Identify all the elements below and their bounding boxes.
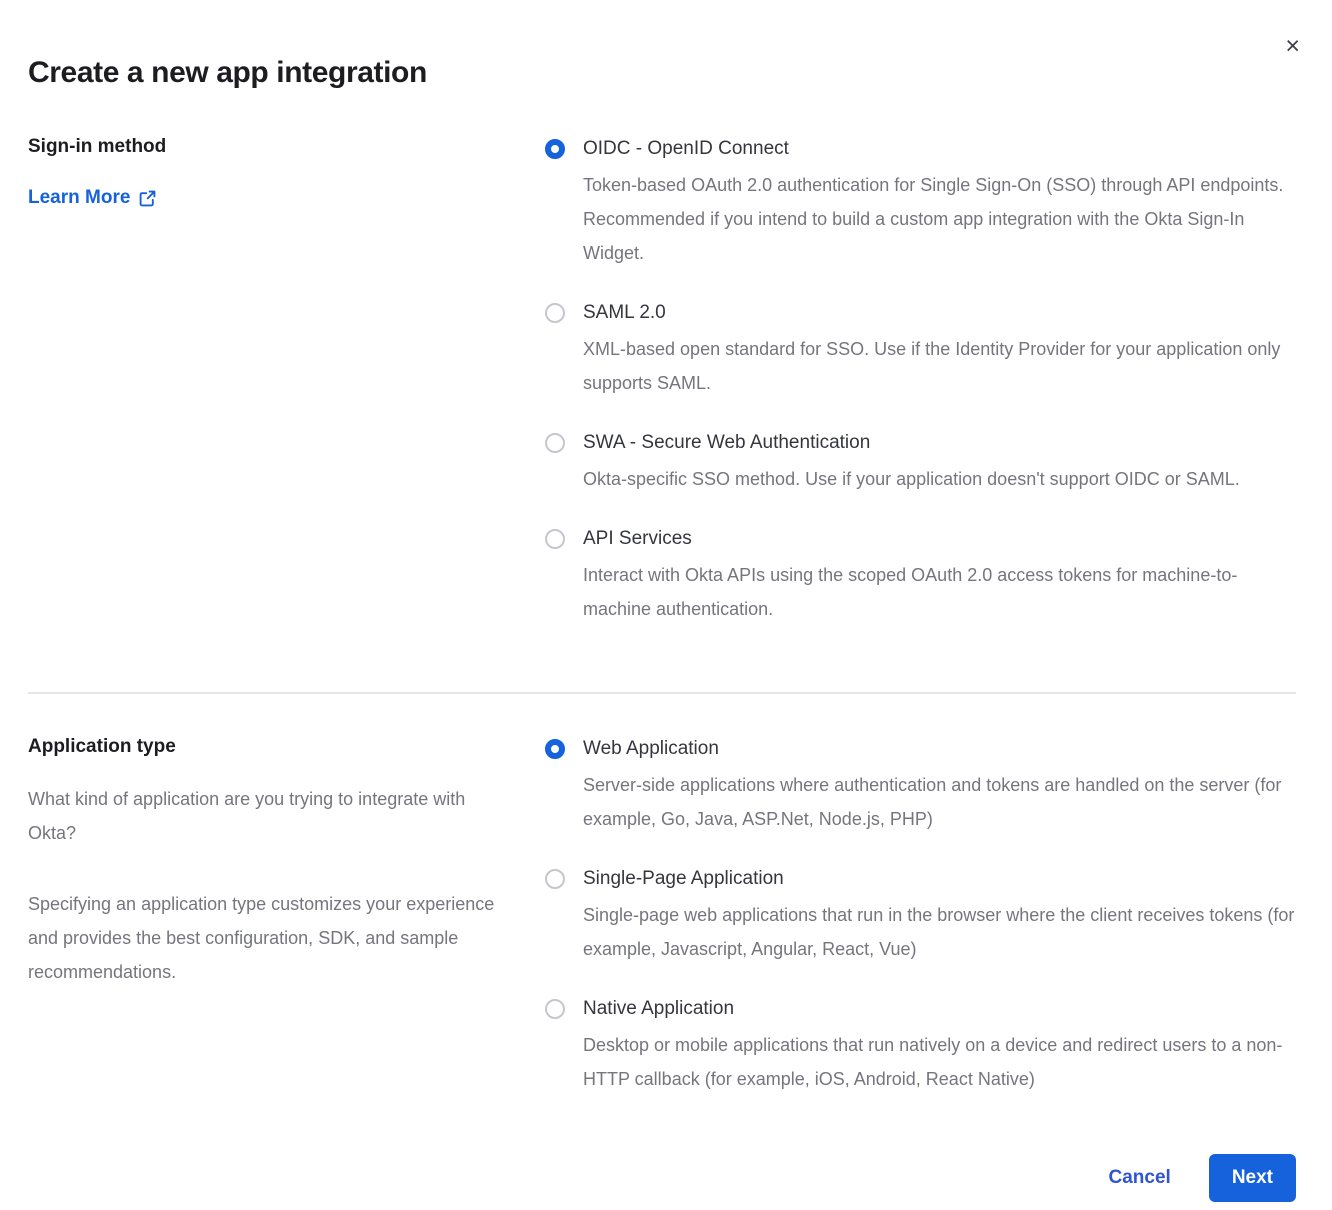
radio-button-oidc[interactable] [545,139,565,159]
radio-option-swa-text: SWA - Secure Web Authentication Okta-spe… [583,430,1240,496]
radio-option-oidc-text: OIDC - OpenID Connect Token-based OAuth … [583,136,1295,270]
radio-description-api-services: Interact with Okta APIs using the scoped… [583,558,1295,626]
radio-label-api-services[interactable]: API Services [583,526,1295,552]
radio-button-native-application[interactable] [545,999,565,1019]
radio-button-saml[interactable] [545,303,565,323]
radio-description-swa: Okta-specific SSO method. Use if your ap… [583,462,1240,496]
radio-button-single-page-application[interactable] [545,869,565,889]
section-divider [28,692,1296,694]
radio-label-native-application[interactable]: Native Application [583,996,1295,1022]
create-app-integration-dialog: × Create a new app integration Sign-in m… [0,0,1332,1210]
application-type-left-column: Application type What kind of applicatio… [28,736,545,989]
application-type-paragraph-2: Specifying an application type customize… [28,887,508,989]
radio-option-single-page-application[interactable]: Single-Page Application Single-page web … [545,866,1296,966]
radio-description-saml: XML-based open standard for SSO. Use if … [583,332,1295,400]
radio-option-saml-text: SAML 2.0 XML-based open standard for SSO… [583,300,1295,400]
radio-option-single-page-application-text: Single-Page Application Single-page web … [583,866,1295,966]
radio-option-web-application-text: Web Application Server-side applications… [583,736,1295,836]
radio-option-swa[interactable]: SWA - Secure Web Authentication Okta-spe… [545,430,1296,496]
external-link-icon [139,190,156,207]
radio-button-api-services[interactable] [545,529,565,549]
dialog-footer: Cancel Next [28,1154,1296,1202]
signin-method-section: Sign-in method Learn More OIDC - OpenID … [28,136,1296,626]
radio-option-api-services[interactable]: API Services Interact with Okta APIs usi… [545,526,1296,626]
cancel-button[interactable]: Cancel [1109,1167,1171,1189]
radio-button-web-application[interactable] [545,739,565,759]
radio-option-native-application[interactable]: Native Application Desktop or mobile app… [545,996,1296,1096]
radio-label-web-application[interactable]: Web Application [583,736,1295,762]
radio-label-swa[interactable]: SWA - Secure Web Authentication [583,430,1240,456]
close-icon[interactable]: × [1285,34,1300,59]
learn-more-label: Learn More [28,187,130,209]
signin-method-label: Sign-in method [28,136,545,158]
radio-option-oidc[interactable]: OIDC - OpenID Connect Token-based OAuth … [545,136,1296,270]
application-type-options: Web Application Server-side applications… [545,736,1296,1096]
learn-more-link[interactable]: Learn More [28,187,156,209]
radio-label-saml[interactable]: SAML 2.0 [583,300,1295,326]
radio-option-saml[interactable]: SAML 2.0 XML-based open standard for SSO… [545,300,1296,400]
next-button[interactable]: Next [1209,1154,1296,1202]
application-type-section: Application type What kind of applicatio… [28,736,1296,1096]
radio-button-swa[interactable] [545,433,565,453]
application-type-label: Application type [28,736,545,758]
radio-description-native-application: Desktop or mobile applications that run … [583,1028,1295,1096]
radio-option-native-application-text: Native Application Desktop or mobile app… [583,996,1295,1096]
radio-description-oidc: Token-based OAuth 2.0 authentication for… [583,168,1295,270]
radio-description-web-application: Server-side applications where authentic… [583,768,1295,836]
radio-option-web-application[interactable]: Web Application Server-side applications… [545,736,1296,836]
radio-label-single-page-application[interactable]: Single-Page Application [583,866,1295,892]
radio-option-api-services-text: API Services Interact with Okta APIs usi… [583,526,1295,626]
radio-description-single-page-application: Single-page web applications that run in… [583,898,1295,966]
dialog-title: Create a new app integration [28,56,1296,90]
signin-method-left-column: Sign-in method Learn More [28,136,545,209]
application-type-paragraph-1: What kind of application are you trying … [28,782,508,850]
signin-method-options: OIDC - OpenID Connect Token-based OAuth … [545,136,1296,626]
radio-label-oidc[interactable]: OIDC - OpenID Connect [583,136,1295,162]
